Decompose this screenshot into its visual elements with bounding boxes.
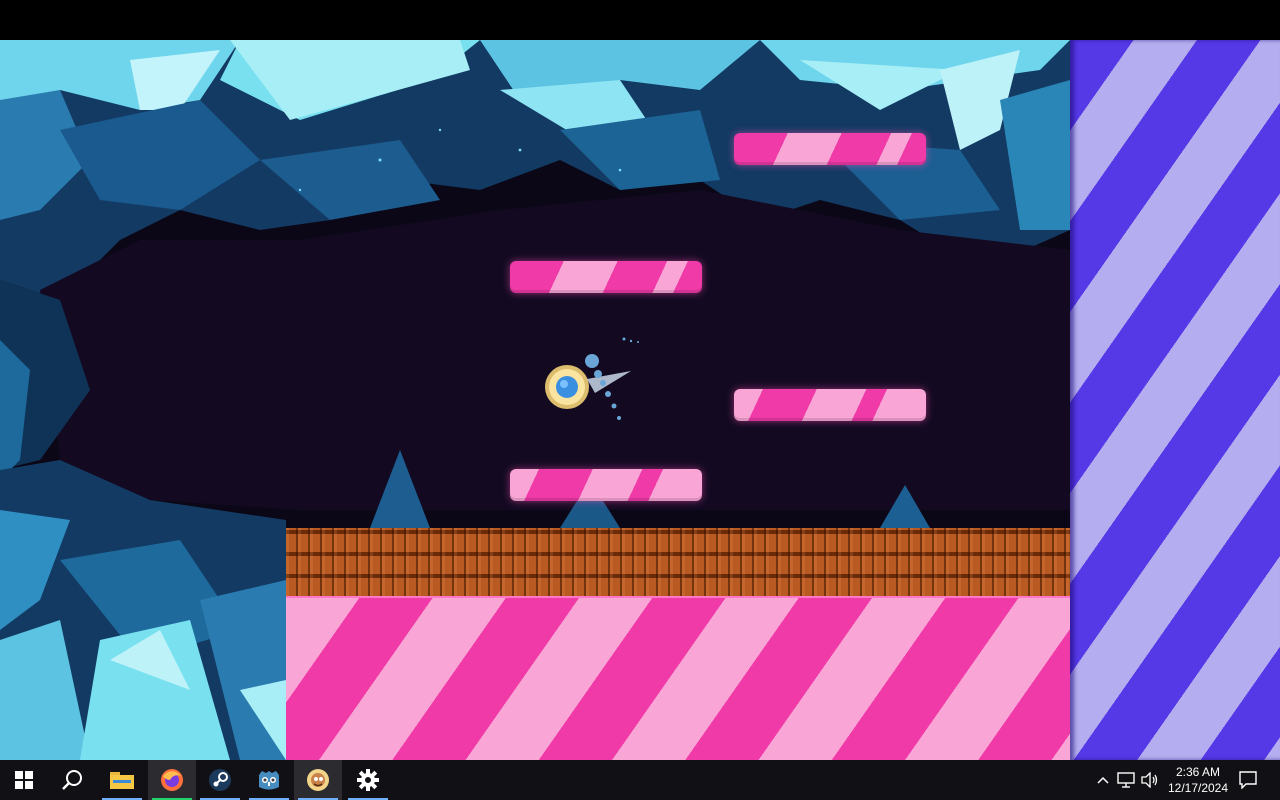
taskbar-app-settings[interactable] bbox=[344, 760, 392, 800]
candy-platform bbox=[734, 389, 926, 421]
volume-icon bbox=[1141, 772, 1158, 788]
taskbar-clock[interactable]: 2:36 AM 12/17/2024 bbox=[1158, 760, 1238, 800]
taskbar-app-game[interactable] bbox=[294, 760, 342, 800]
candy-floor bbox=[286, 596, 1070, 760]
file-explorer-icon bbox=[110, 772, 134, 789]
game-viewport[interactable] bbox=[0, 40, 1280, 760]
player-ball bbox=[545, 337, 639, 420]
search-button[interactable] bbox=[48, 760, 96, 800]
godot-icon bbox=[259, 771, 279, 790]
taskbar-app-godot[interactable] bbox=[245, 760, 293, 800]
game-app-icon bbox=[307, 769, 329, 791]
candy-platform bbox=[510, 469, 702, 501]
steam-icon bbox=[209, 769, 231, 791]
firefox-icon bbox=[161, 769, 183, 791]
show-hidden-icons-button[interactable] bbox=[1092, 760, 1114, 800]
windows-taskbar: 2:36 AM 12/17/2024 bbox=[0, 760, 1280, 800]
taskbar-app-firefox[interactable] bbox=[148, 760, 196, 800]
clock-time: 2:36 AM bbox=[1175, 765, 1221, 779]
taskbar-app-steam[interactable] bbox=[196, 760, 244, 800]
settings-gear-icon bbox=[357, 769, 379, 791]
chevron-up-icon bbox=[1097, 776, 1109, 784]
candy-platform bbox=[734, 133, 926, 165]
windows-start-icon bbox=[15, 771, 33, 789]
start-button[interactable] bbox=[0, 760, 48, 800]
top-letterbox bbox=[0, 0, 1280, 40]
notification-icon bbox=[1239, 771, 1257, 789]
network-button[interactable] bbox=[1114, 760, 1138, 800]
clock-date: 12/17/2024 bbox=[1167, 781, 1229, 795]
taskbar-app-file-explorer[interactable] bbox=[98, 760, 146, 800]
action-center-button[interactable] bbox=[1234, 760, 1262, 800]
search-icon bbox=[62, 770, 82, 790]
candy-platform bbox=[510, 261, 702, 293]
striped-side-wall bbox=[1070, 40, 1280, 760]
network-icon bbox=[1117, 772, 1135, 788]
brick-ledge bbox=[286, 528, 1070, 596]
